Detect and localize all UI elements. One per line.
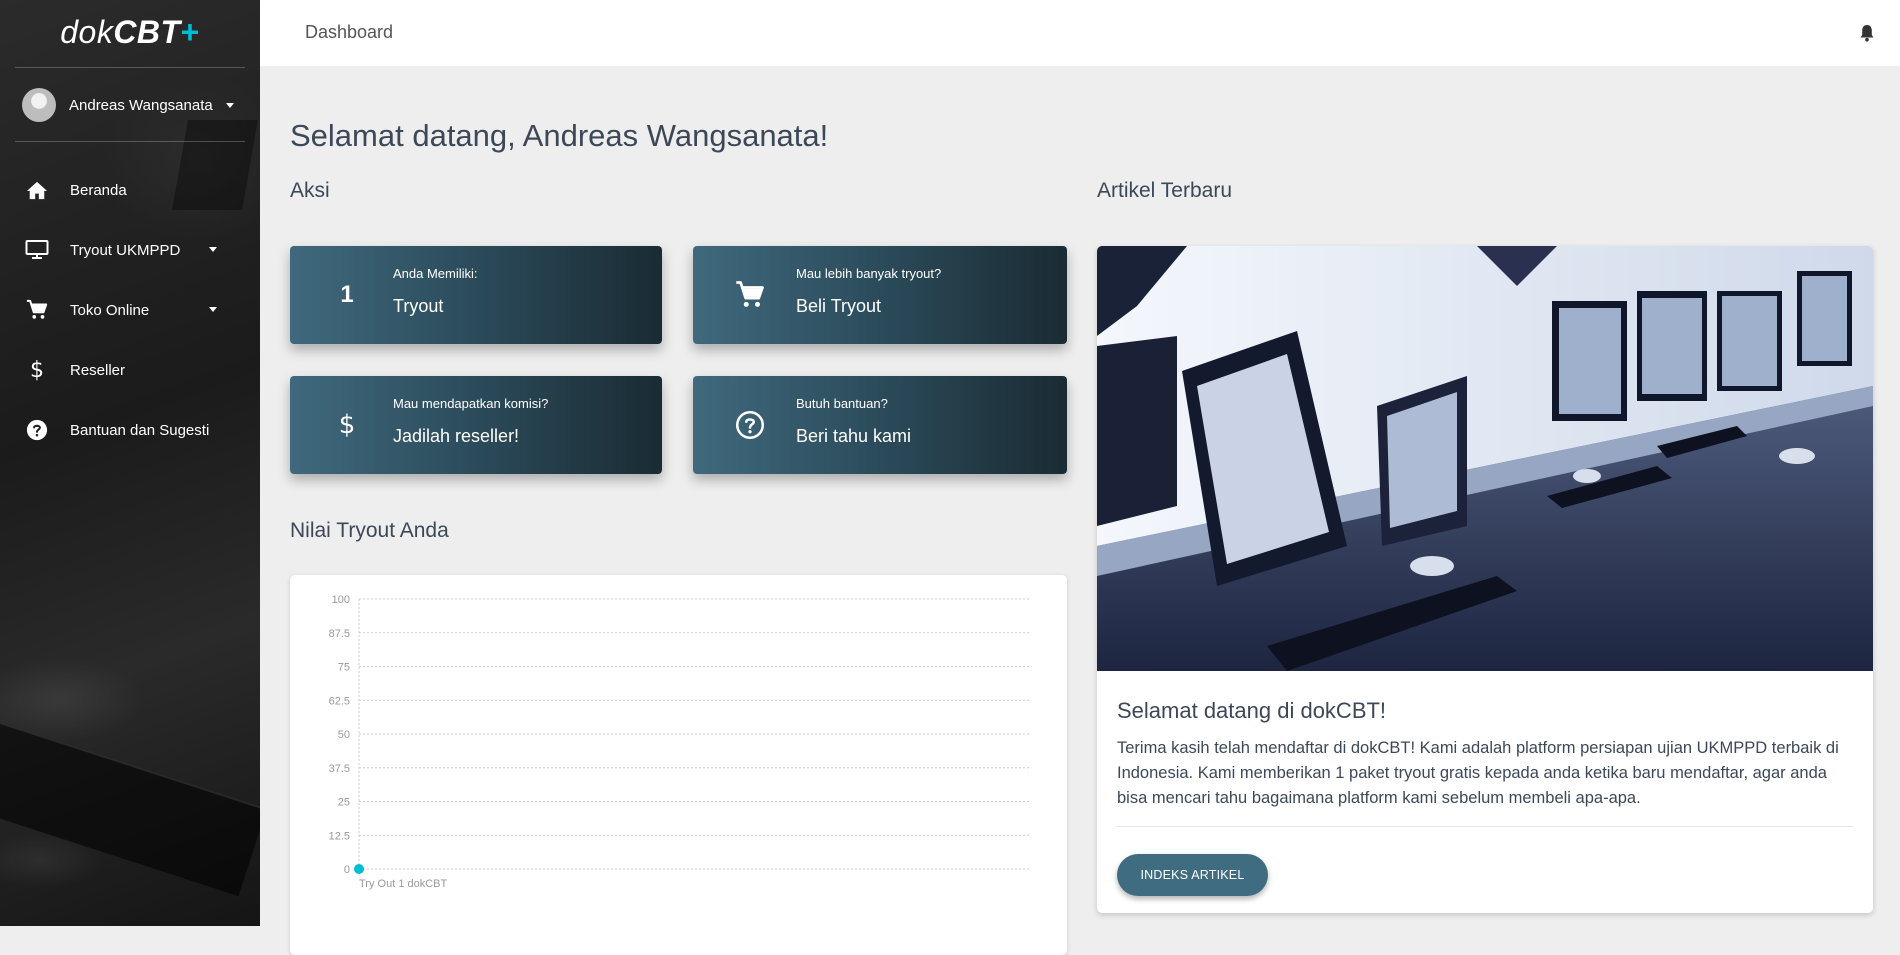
chart-heading: Nilai Tryout Anda bbox=[290, 519, 449, 542]
cart-icon bbox=[731, 276, 769, 314]
home-icon bbox=[24, 177, 50, 203]
chart-y-tick-label: 87.5 bbox=[329, 628, 350, 640]
dollar-icon: $ bbox=[30, 357, 44, 383]
action-card-title: Beri tahu kami bbox=[796, 426, 912, 446]
sidebar-item-toko-online[interactable]: Toko Online bbox=[0, 280, 260, 340]
action-card-title: Tryout bbox=[393, 296, 444, 316]
action-card-tryout-count[interactable]: 1 Anda Memiliki: Tryout bbox=[290, 246, 662, 344]
chevron-down-icon bbox=[209, 307, 217, 312]
divider bbox=[1117, 826, 1853, 827]
tryout-score-chart-card: 100 87.5 75 62.5 50 37.5 25 12.5 0 Try Out 1 dokC… bbox=[290, 575, 1067, 955]
chart-y-tick-label: 0 bbox=[344, 864, 350, 876]
sidebar-item-tryout-ukmppd[interactable]: Tryout UKMPPD bbox=[0, 220, 260, 280]
article-title: Selamat datang di dokCBT! bbox=[1117, 698, 1387, 723]
page-title: Dashboard bbox=[305, 22, 394, 42]
sidebar-item-label: Bantuan dan Sugesti bbox=[70, 421, 210, 439]
chart-y-tick-label: 25 bbox=[338, 797, 350, 809]
article-image bbox=[1097, 246, 1873, 671]
divider bbox=[15, 141, 245, 142]
logo-text: dok bbox=[60, 14, 114, 50]
article-card[interactable]: Selamat datang di dokCBT! Terima kasih t… bbox=[1097, 246, 1873, 913]
sidebar: dokCBT+ Andreas Wangsanata Beranda Tryou… bbox=[0, 0, 260, 926]
articles-heading: Artikel Terbaru bbox=[1097, 179, 1233, 202]
sidebar-item-reseller[interactable]: $ Reseller bbox=[0, 340, 260, 400]
sidebar-item-label: Toko Online bbox=[70, 301, 150, 319]
action-card-title: Jadilah reseller! bbox=[393, 426, 520, 446]
top-navbar: Dashboard bbox=[260, 0, 1900, 66]
action-card-subtitle: Mau mendapatkan komisi? bbox=[393, 396, 549, 411]
welcome-heading: Selamat datang, Andreas Wangsanata! bbox=[290, 118, 829, 153]
tryout-score-chart: 100 87.5 75 62.5 50 37.5 25 12.5 0 Try Out 1 dokC… bbox=[329, 594, 1031, 890]
logo[interactable]: dokCBT+ bbox=[0, 14, 260, 51]
avatar bbox=[22, 88, 56, 122]
actions-heading: Aksi bbox=[290, 179, 330, 202]
chart-x-tick-label: Try Out 1 dokCBT bbox=[359, 878, 448, 890]
chart-y-tick-label: 50 bbox=[338, 729, 350, 741]
tryout-count-value: 1 bbox=[340, 281, 354, 308]
logo-text-bold: CBT bbox=[113, 14, 181, 50]
user-menu[interactable]: Andreas Wangsanata bbox=[22, 87, 242, 123]
chevron-down-icon bbox=[209, 247, 217, 252]
chart-y-tick-label: 37.5 bbox=[329, 763, 350, 775]
sidebar-background-decoration bbox=[0, 715, 260, 897]
divider bbox=[15, 67, 245, 68]
sidebar-item-beranda[interactable]: Beranda bbox=[0, 160, 260, 220]
sidebar-nav: Beranda Tryout UKMPPD Toko Online $ Rese… bbox=[0, 160, 260, 460]
sidebar-item-label: Tryout UKMPPD bbox=[70, 241, 181, 259]
action-card-subtitle: Mau lebih banyak tryout? bbox=[796, 266, 942, 281]
sidebar-item-label: Beranda bbox=[70, 181, 127, 199]
action-card-reseller[interactable]: $ Mau mendapatkan komisi? Jadilah resell… bbox=[290, 376, 662, 474]
chart-data-point bbox=[354, 864, 364, 874]
help-icon bbox=[731, 406, 769, 444]
sidebar-item-label: Reseller bbox=[70, 361, 126, 379]
article-index-button[interactable]: INDEKS ARTIKEL bbox=[1117, 854, 1268, 896]
dollar-icon: $ bbox=[338, 410, 356, 440]
chart-y-tick-label: 62.5 bbox=[329, 695, 350, 707]
monitor-icon bbox=[24, 237, 50, 263]
help-icon bbox=[24, 417, 50, 443]
logo-plus: + bbox=[180, 14, 200, 50]
cart-icon bbox=[24, 297, 50, 323]
action-card-title: Beli Tryout bbox=[796, 296, 882, 316]
action-card-subtitle: Butuh bantuan? bbox=[796, 396, 888, 411]
chevron-down-icon bbox=[225, 102, 234, 108]
chart-y-tick-label: 12.5 bbox=[329, 830, 350, 842]
user-name: Andreas Wangsanata bbox=[69, 96, 213, 114]
bell-icon[interactable] bbox=[1859, 24, 1875, 47]
article-body: Terima kasih telah mendaftar di dokCBT! … bbox=[1117, 739, 1839, 807]
action-card-buy-tryout[interactable]: Mau lebih banyak tryout? Beli Tryout bbox=[693, 246, 1067, 344]
action-card-help[interactable]: Butuh bantuan? Beri tahu kami bbox=[693, 376, 1067, 474]
chart-y-tick-label: 100 bbox=[332, 594, 350, 606]
chart-y-tick-label: 75 bbox=[338, 662, 350, 674]
action-card-subtitle: Anda Memiliki: bbox=[393, 266, 478, 281]
sidebar-item-bantuan[interactable]: Bantuan dan Sugesti bbox=[0, 400, 260, 460]
